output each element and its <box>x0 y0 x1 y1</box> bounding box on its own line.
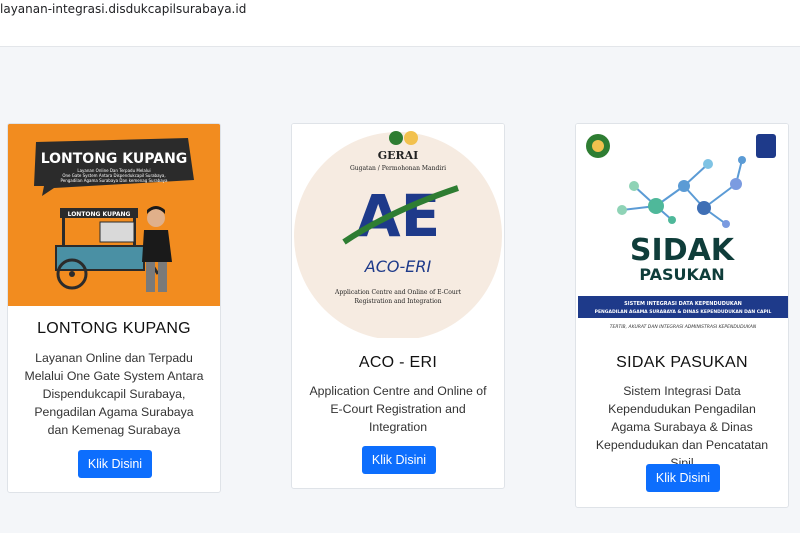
card-title: SIDAK PASUKAN <box>616 354 748 371</box>
logo-tag-1: Application Centre and Online of E-Court <box>334 289 462 296</box>
logo-ae-mark: AE <box>356 182 441 250</box>
service-card-sidak-pasukan: SIDAK PASUKAN SISTEM INTEGRASI DATA KEPE… <box>575 123 789 508</box>
logo-banner-2: PENGADILAN AGAMA SURABAYA & DINAS KEPEND… <box>595 309 772 315</box>
lontong-kupang-logo-image: LONTONG KUPANG Layanan Online Dan Terpad… <box>8 124 220 306</box>
top-navbar <box>0 20 800 47</box>
card-description: Sistem Integrasi Data Kependudukan Penga… <box>595 384 769 470</box>
url-text[interactable]: layanan-integrasi.disdukcapilsurabaya.id <box>0 2 246 16</box>
cart-sign: LONTONG KUPANG <box>68 211 131 218</box>
logo-banner-1: SISTEM INTEGRASI DATA KEPENDUDUKAN <box>624 301 742 307</box>
card-description: Layanan Online dan Terpadu Melalui One G… <box>24 351 204 437</box>
aco-eri-logo: GERAI Gugatan / Permohonan Mandiri AE AC… <box>292 124 504 340</box>
card-description: Application Centre and Online of E-Court… <box>309 384 487 434</box>
card-title: ACO - ERI <box>358 354 438 371</box>
service-card-lontong-kupang: LONTONG KUPANG Layanan Online Dan Terpad… <box>7 123 221 493</box>
klik-disini-button[interactable]: Klik Disini <box>78 450 152 478</box>
browser-address-bar[interactable]: layanan-integrasi.disdukcapilsurabaya.id <box>0 0 800 20</box>
logo-heading: LONTONG KUPANG <box>41 151 188 167</box>
logo-name: ACO-ERI <box>364 257 432 276</box>
logo-word-1: SIDAK <box>630 233 736 268</box>
card-title: LONTONG KUPANG <box>37 320 191 337</box>
logo-line-3: Pengadilan Agama Surabaya Dan kemenag Su… <box>61 178 169 183</box>
lontong-kupang-illustration: LONTONG KUPANG Layanan Online Dan Terpad… <box>8 124 220 306</box>
sidak-pasukan-logo: SIDAK PASUKAN SISTEM INTEGRASI DATA KEPE… <box>576 124 788 334</box>
logo-gerai: GERAI <box>378 149 419 162</box>
aco-eri-logo-image: GERAI Gugatan / Permohonan Mandiri AE AC… <box>292 124 504 340</box>
service-card-aco-eri: GERAI Gugatan / Permohonan Mandiri AE AC… <box>291 123 505 489</box>
klik-disini-button[interactable]: Klik Disini <box>362 446 436 474</box>
sidak-pasukan-logo-image: SIDAK PASUKAN SISTEM INTEGRASI DATA KEPE… <box>576 124 788 334</box>
logo-word-2: PASUKAN <box>639 265 724 284</box>
logo-tag-2: Registration and Integration <box>355 298 442 305</box>
logo-tagline: TERTIB, AKURAT DAN INTEGRASI ADMINISTRAS… <box>610 324 757 330</box>
klik-disini-button[interactable]: Klik Disini <box>646 464 720 492</box>
logo-subtitle: Gugatan / Permohonan Mandiri <box>350 165 446 172</box>
